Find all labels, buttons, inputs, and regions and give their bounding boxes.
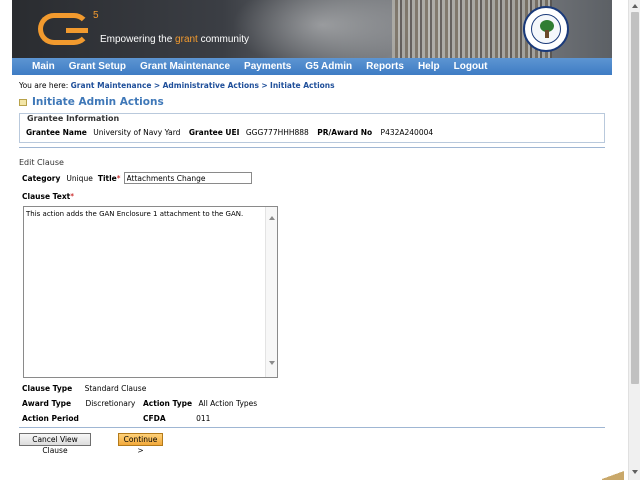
clause-text-scrollbar[interactable] <box>265 207 277 377</box>
breadcrumb: You are here: Grant Maintenance > Admini… <box>19 81 335 90</box>
tagline: Empowering the grant community <box>100 34 249 45</box>
award-type-label: Award Type <box>22 399 72 408</box>
action-type-value: All Action Types <box>198 399 258 408</box>
grantee-uei-value: GGG777HHH888 <box>245 128 309 137</box>
seal-inner <box>531 14 561 44</box>
grantee-info-row: Grantee Name University of Navy Yard Gra… <box>26 128 433 137</box>
award-type-row: Award Type Discretionary <box>22 399 135 408</box>
cfda-label: CFDA <box>143 414 166 423</box>
g5-logo-bar <box>66 28 88 33</box>
banner-light <box>232 0 412 58</box>
title-required-mark: * <box>116 173 121 183</box>
grantee-info-box: Grantee Information Grantee Name Univers… <box>19 113 605 143</box>
breadcrumb-separator: > <box>261 81 268 90</box>
clause-text-label-row: Clause Text* <box>22 192 74 201</box>
nav-main[interactable]: Main <box>12 58 62 75</box>
divider <box>19 427 605 428</box>
footer-decoration <box>602 470 624 480</box>
grantee-name-label: Grantee Name <box>26 128 87 137</box>
department-seal-icon <box>523 6 569 52</box>
category-title-row: Category Unique Title * <box>22 172 252 184</box>
nav-grant-maintenance[interactable]: Grant Maintenance <box>133 58 237 75</box>
award-type-value: Discretionary <box>85 399 136 408</box>
nav-help[interactable]: Help <box>411 58 447 75</box>
breadcrumb-separator: > <box>153 81 161 90</box>
divider <box>19 147 605 148</box>
header-banner: 5 Empowering the grant community <box>12 0 612 58</box>
action-type-label: Action Type <box>143 399 193 408</box>
scrollbar-thumb[interactable] <box>631 12 639 384</box>
action-type-row: Action Type All Action Types <box>143 399 257 408</box>
cfda-row: CFDA 011 <box>143 414 210 423</box>
clause-text-required-mark: * <box>70 192 75 201</box>
award-number-value: P432A240004 <box>380 128 434 137</box>
continue-button[interactable]: Continue > <box>118 433 163 455</box>
clause-type-row: Clause Type Standard Clause <box>22 384 146 393</box>
content-shell: 5 Empowering the grant community Main Gr… <box>12 0 624 480</box>
cfda-value: 011 <box>196 414 211 423</box>
scroll-down-arrow-icon[interactable] <box>269 361 275 365</box>
page-scrollbar[interactable] <box>628 0 640 480</box>
tagline-post: community <box>197 34 249 45</box>
scroll-down-arrow-icon[interactable] <box>632 470 638 474</box>
award-number-label: PR/Award No <box>317 128 373 137</box>
breadcrumb-initiate-actions[interactable]: Initiate Actions <box>270 81 335 90</box>
scroll-up-arrow-icon[interactable] <box>269 216 275 220</box>
nav-grant-setup[interactable]: Grant Setup <box>62 58 133 75</box>
breadcrumb-administrative-actions[interactable]: Administrative Actions <box>163 81 259 90</box>
nav-payments[interactable]: Payments <box>237 58 298 75</box>
clause-type-value: Standard Clause <box>84 384 147 393</box>
main-nav: Main Grant Setup Grant Maintenance Payme… <box>12 58 612 75</box>
clause-type-label: Clause Type <box>22 384 73 393</box>
breadcrumb-prefix: You are here: <box>19 81 69 90</box>
tagline-highlight: grant <box>175 34 198 45</box>
page-title-icon <box>19 98 27 106</box>
nav-reports[interactable]: Reports <box>359 58 411 75</box>
edit-clause-heading: Edit Clause <box>19 158 64 167</box>
tagline-pre: Empowering the <box>100 34 176 45</box>
breadcrumb-grant-maintenance[interactable]: Grant Maintenance <box>71 81 152 90</box>
clause-text-value: This action adds the GAN Enclosure 1 att… <box>26 210 244 218</box>
page: 5 Empowering the grant community Main Gr… <box>0 0 628 480</box>
clause-text-area[interactable]: This action adds the GAN Enclosure 1 att… <box>23 206 278 378</box>
action-period-label: Action Period <box>22 414 79 423</box>
nav-logout[interactable]: Logout <box>447 58 495 75</box>
category-label: Category <box>22 173 61 183</box>
grantee-uei-label: Grantee UEI <box>188 128 240 137</box>
page-title: Initiate Admin Actions <box>32 96 164 108</box>
g5-logo-superscript: 5 <box>93 10 99 21</box>
clause-text-label: Clause Text <box>22 192 71 201</box>
title-input[interactable] <box>123 172 252 184</box>
action-period-row: Action Period <box>22 414 79 423</box>
title-label: Title <box>97 173 117 183</box>
grantee-info-legend: Grantee Information <box>25 114 122 123</box>
category-value: Unique <box>66 173 93 183</box>
nav-g5-admin[interactable]: G5 Admin <box>298 58 359 75</box>
seal-trunk <box>545 30 549 38</box>
grantee-name-value: University of Navy Yard <box>93 128 181 137</box>
page-title-row: Initiate Admin Actions <box>19 96 164 108</box>
cancel-view-clause-button[interactable]: Cancel View Clause <box>19 433 91 455</box>
scroll-up-arrow-icon[interactable] <box>632 4 638 8</box>
